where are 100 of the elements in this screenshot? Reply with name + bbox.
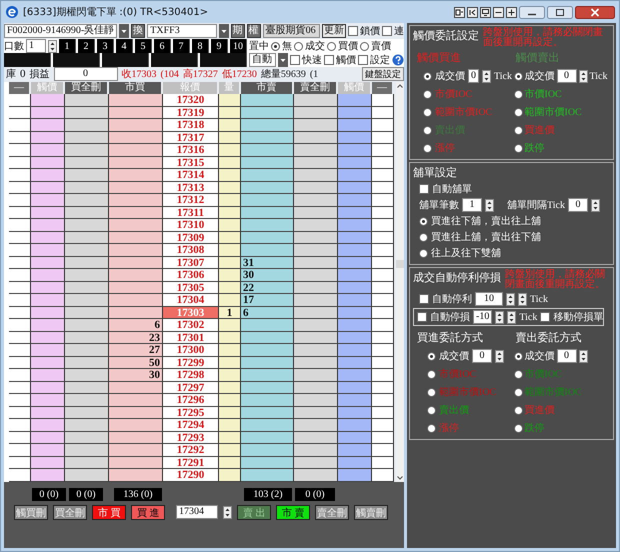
radio-button[interactable] [360,42,369,50]
table-cell[interactable] [109,182,163,194]
order-button[interactable]: 觸賣刪 [354,504,388,520]
table-cell[interactable]: 17301 [163,332,219,344]
table-cell[interactable] [31,419,65,432]
table-cell[interactable] [241,456,294,469]
table-cell[interactable] [65,206,109,219]
table-cell[interactable] [294,444,338,456]
table-cell[interactable] [338,332,372,344]
quantity-preset-button[interactable]: 5 [135,39,152,53]
table-cell[interactable] [31,194,65,206]
table-cell[interactable] [109,306,163,319]
table-cell[interactable] [219,469,241,482]
dock-icon[interactable] [454,6,465,18]
table-cell[interactable] [31,94,65,106]
table-cell[interactable] [372,269,394,282]
column-header-button[interactable]: 賣全刪 [294,82,338,94]
table-cell[interactable] [31,382,65,394]
table-cell[interactable] [372,356,394,369]
table-cell[interactable] [241,106,294,119]
table-cell[interactable] [338,306,372,319]
table-cell[interactable] [109,382,163,394]
table-cell[interactable]: 17296 [163,394,219,406]
table-cell[interactable] [219,232,241,244]
checkbox[interactable] [419,184,429,194]
checkbox[interactable] [417,312,427,322]
table-cell[interactable] [338,469,372,482]
table-cell[interactable] [219,119,241,132]
table-cell[interactable] [65,94,109,106]
checkbox[interactable] [290,55,300,65]
radio-button[interactable] [514,72,522,80]
radio-button[interactable] [427,370,436,378]
table-cell[interactable] [65,444,109,456]
table-cell[interactable] [241,244,294,256]
table-cell[interactable]: 17291 [163,456,219,469]
table-cell[interactable] [65,432,109,444]
table-cell[interactable] [219,219,241,232]
table-cell[interactable] [294,394,338,406]
table-cell[interactable] [372,106,394,119]
table-cell[interactable] [241,419,294,432]
table-cell[interactable] [294,169,338,182]
table-cell[interactable]: 17305 [163,282,219,294]
table-cell[interactable] [219,169,241,182]
table-cell[interactable]: 17 [241,294,294,306]
table-cell[interactable] [338,256,372,269]
order-button[interactable]: 賣全刪 [315,504,349,520]
table-cell[interactable] [338,244,372,256]
table-cell[interactable] [241,119,294,132]
table-cell[interactable] [9,132,31,144]
keyboard-settings-button[interactable]: 鍵盤設定 [362,67,404,81]
table-cell[interactable] [372,94,394,106]
table-cell[interactable] [65,244,109,256]
table-cell[interactable] [31,319,65,332]
table-cell[interactable] [372,282,394,294]
table-cell[interactable] [109,294,163,306]
table-cell[interactable] [294,406,338,419]
plus-icon[interactable] [506,6,517,18]
tick-field[interactable]: 0 [556,69,576,83]
table-cell[interactable] [372,294,394,306]
radio-button[interactable] [514,108,522,116]
table-cell[interactable] [65,232,109,244]
tick-field[interactable]: -10 [473,310,492,324]
radio-button[interactable] [271,42,280,50]
table-cell[interactable] [31,344,65,356]
table-cell[interactable] [31,282,65,294]
table-cell[interactable]: 17315 [163,156,219,169]
table-cell[interactable] [294,194,338,206]
table-cell[interactable] [372,219,394,232]
table-cell[interactable]: 17316 [163,144,219,156]
table-cell[interactable] [241,319,294,332]
table-cell[interactable] [219,432,241,444]
spinner-arrows[interactable] [578,350,588,362]
radio-button[interactable] [423,144,432,152]
table-cell[interactable] [338,319,372,332]
table-cell[interactable] [372,144,394,156]
table-cell[interactable]: 17293 [163,432,219,444]
table-cell[interactable] [294,182,338,194]
table-cell[interactable] [219,206,241,219]
table-cell[interactable] [294,156,338,169]
table-cell[interactable] [338,369,372,382]
table-cell[interactable] [109,156,163,169]
table-cell[interactable] [219,244,241,256]
table-cell[interactable] [372,394,394,406]
column-header-button[interactable]: — [9,82,31,94]
table-cell[interactable] [109,394,163,406]
radio-button[interactable] [419,248,428,258]
table-cell[interactable]: 30 [241,269,294,282]
table-cell[interactable] [294,106,338,119]
table-cell[interactable] [109,94,163,106]
table-cell[interactable] [9,282,31,294]
table-cell[interactable] [338,219,372,232]
table-cell[interactable] [219,144,241,156]
table-cell[interactable] [372,182,394,194]
table-cell[interactable] [109,206,163,219]
table-cell[interactable] [31,444,65,456]
table-cell[interactable] [294,144,338,156]
quantity-field[interactable]: 1 [26,39,46,53]
table-cell[interactable] [241,232,294,244]
table-cell[interactable] [338,169,372,182]
table-cell[interactable] [9,106,31,119]
